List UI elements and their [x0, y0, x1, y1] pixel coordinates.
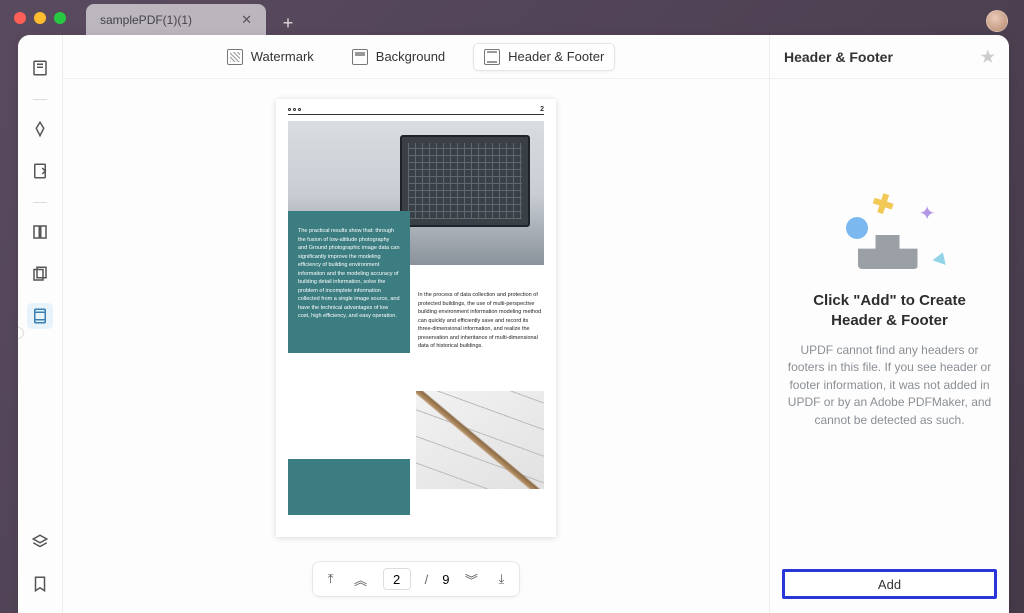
- empty-state-title: Click "Add" to Create Header & Footer: [786, 291, 993, 330]
- layers-icon[interactable]: [27, 529, 53, 555]
- crop-icon[interactable]: [27, 261, 53, 287]
- app-window: Watermark Background Header & Footer 2: [18, 35, 1009, 613]
- bookmark-icon[interactable]: [27, 571, 53, 597]
- background-icon: [352, 49, 368, 65]
- tab-title: samplePDF(1)(1): [100, 13, 231, 27]
- user-avatar[interactable]: [986, 10, 1008, 32]
- page-number: 2: [540, 106, 544, 113]
- prev-page-button[interactable]: ︽: [353, 570, 369, 589]
- organize-icon[interactable]: [27, 219, 53, 245]
- document-tab[interactable]: samplePDF(1)(1) ✕: [86, 4, 266, 35]
- tab-bar: samplePDF(1)(1) ✕ +: [86, 4, 300, 35]
- right-panel-title: Header & Footer: [784, 49, 893, 65]
- close-tab-icon[interactable]: ✕: [241, 12, 252, 28]
- top-toolbar: Watermark Background Header & Footer: [63, 35, 769, 79]
- next-page-button[interactable]: ︾: [463, 570, 479, 589]
- empty-state-illustration: ✚ ✦: [840, 189, 940, 269]
- watermark-tool[interactable]: Watermark: [217, 44, 324, 70]
- header-footer-icon: [484, 49, 500, 65]
- minimize-window-button[interactable]: [34, 12, 46, 24]
- last-page-button[interactable]: ⤓: [493, 571, 509, 587]
- page-separator: /: [425, 572, 429, 587]
- sidebar-handle-icon[interactable]: [18, 327, 24, 339]
- header-footer-label: Header & Footer: [508, 49, 604, 64]
- page-color-block: [288, 459, 410, 515]
- highlighter-icon[interactable]: [27, 116, 53, 142]
- document-page: 2 The practical results show that: throu…: [276, 99, 556, 537]
- watermark-label: Watermark: [251, 49, 314, 64]
- new-tab-button[interactable]: +: [276, 11, 300, 35]
- right-panel-header: Header & Footer ★: [770, 35, 1009, 79]
- page-navigation: ⤒ ︽ 2 / 9 ︾ ⤓: [312, 561, 521, 597]
- page-text-block-2: In the process of data collection and pr…: [418, 291, 544, 351]
- titlebar: samplePDF(1)(1) ✕ +: [0, 0, 1024, 35]
- right-panel: Header & Footer ★ ✚ ✦ Click "Add" to Cre…: [769, 35, 1009, 613]
- reader-icon[interactable]: [27, 55, 53, 81]
- first-page-button[interactable]: ⤒: [323, 571, 339, 587]
- page-image-sketch: [416, 391, 544, 489]
- edit-icon[interactable]: [27, 158, 53, 184]
- maximize-window-button[interactable]: [54, 12, 66, 24]
- window-controls: [14, 12, 66, 24]
- main-area: Watermark Background Header & Footer 2: [63, 35, 769, 613]
- sidebar-separator: [33, 202, 47, 203]
- watermark-icon: [227, 49, 243, 65]
- left-sidebar: [18, 35, 63, 613]
- empty-state-description: UPDF cannot find any headers or footers …: [786, 342, 993, 429]
- page-text-block-1: The practical results show that: through…: [288, 211, 410, 353]
- current-page-input[interactable]: 2: [383, 568, 411, 590]
- favorite-icon[interactable]: ★: [981, 47, 995, 67]
- page-header-area: 2: [288, 105, 544, 115]
- close-window-button[interactable]: [14, 12, 26, 24]
- add-button-label: Add: [878, 577, 901, 592]
- right-panel-body: ✚ ✦ Click "Add" to Create Header & Foote…: [770, 79, 1009, 613]
- header-footer-tool[interactable]: Header & Footer: [473, 43, 615, 71]
- background-tool[interactable]: Background: [342, 44, 455, 70]
- background-label: Background: [376, 49, 445, 64]
- total-pages: 9: [442, 572, 449, 587]
- sidebar-separator: [33, 99, 47, 100]
- page-tools-icon[interactable]: [27, 303, 53, 329]
- document-viewport[interactable]: 2 The practical results show that: throu…: [63, 79, 769, 613]
- add-button[interactable]: Add: [782, 569, 997, 599]
